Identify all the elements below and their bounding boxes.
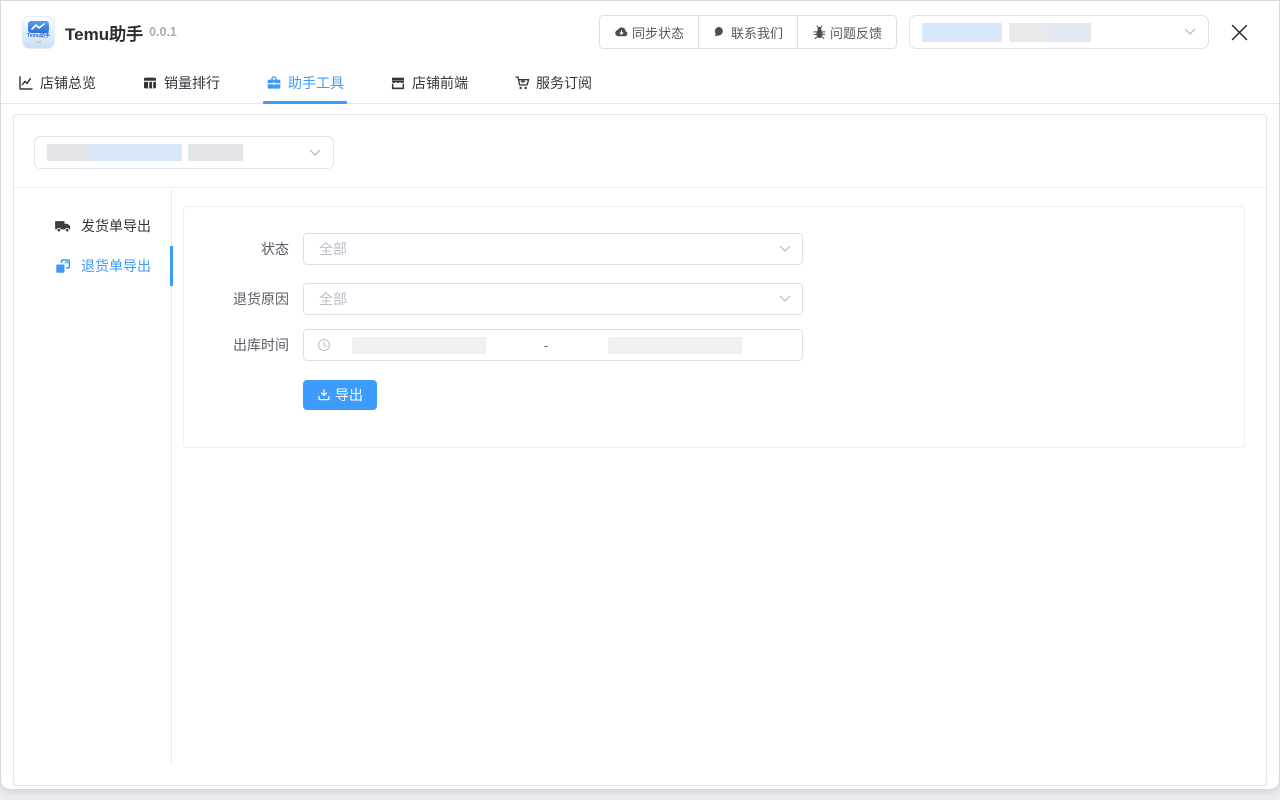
status-select[interactable]: 全部	[303, 233, 803, 265]
redacted-end-date	[608, 337, 742, 354]
status-select-value: 全部	[319, 239, 347, 259]
cloud-sync-icon	[614, 25, 629, 40]
active-indicator	[170, 246, 173, 286]
toolbox-icon	[266, 75, 282, 91]
header-actions: 同步状态 联系我们 问题反馈	[599, 15, 1253, 49]
contact-icon	[713, 25, 728, 40]
app-logo-icon: Temu助手	[22, 16, 55, 49]
download-icon	[317, 388, 331, 402]
export-row: 导出	[184, 380, 1244, 410]
tab-sales-ranking[interactable]: 销量排行	[139, 63, 223, 103]
tool-shop-select[interactable]	[34, 136, 334, 169]
cart-icon	[514, 75, 530, 91]
main-card: 发货单导出 退货单导出 状态 全部	[13, 114, 1267, 786]
tab-service-subscription[interactable]: 服务订阅	[511, 63, 595, 103]
return-export-form: 状态 全部 退货原因 全部	[183, 206, 1245, 448]
sidebar-item-return-export[interactable]: 退货单导出	[14, 246, 171, 286]
close-icon	[1231, 24, 1248, 41]
line-chart-icon	[18, 75, 34, 91]
logo-crown-icon	[36, 40, 42, 43]
range-separator: -	[544, 338, 548, 353]
redacted-text	[188, 144, 243, 161]
close-button[interactable]	[1225, 18, 1253, 46]
brand: Temu助手 Temu助手 0.0.1	[22, 16, 177, 49]
redacted-text	[47, 144, 89, 161]
feedback-button[interactable]: 问题反馈	[797, 16, 896, 48]
logo-chart-icon	[28, 21, 49, 33]
app-version: 0.0.1	[149, 25, 177, 39]
header: Temu助手 Temu助手 0.0.1 同步状态 联系我们	[1, 1, 1279, 63]
sidebar-item-shipping-export[interactable]: 发货单导出	[14, 206, 171, 246]
tool-sidebar: 发货单导出 退货单导出	[14, 188, 172, 765]
clock-icon	[317, 338, 331, 352]
reason-select[interactable]: 全部	[303, 283, 803, 315]
form-row-status: 状态 全部	[184, 233, 1244, 265]
form-row-reason: 退货原因 全部	[184, 283, 1244, 315]
chevron-down-icon	[309, 149, 321, 157]
chevron-down-icon	[779, 245, 791, 253]
tab-store-frontend[interactable]: 店铺前端	[387, 63, 471, 103]
shop-select[interactable]	[909, 15, 1209, 49]
storefront-icon	[390, 75, 406, 91]
app-title: Temu助手	[65, 20, 143, 45]
outbound-time-range-input[interactable]: -	[303, 329, 803, 361]
table-icon	[142, 75, 158, 91]
chevron-down-icon	[1184, 28, 1196, 36]
tab-bar: 店铺总览 销量排行 助手工具 店铺前端 服务订阅	[1, 63, 1279, 104]
form-row-time: 出库时间 -	[184, 329, 1244, 361]
time-label: 出库时间	[184, 335, 289, 355]
tab-store-overview[interactable]: 店铺总览	[15, 63, 99, 103]
redacted-shop-name	[922, 23, 1002, 42]
chevron-down-icon	[779, 295, 791, 303]
status-label: 状态	[184, 239, 289, 259]
tab-assistant-tools[interactable]: 助手工具	[263, 63, 347, 103]
logo-text: Temu助手	[27, 34, 50, 39]
export-button[interactable]: 导出	[303, 380, 377, 410]
redacted-shop-info	[1009, 23, 1091, 42]
header-button-group: 同步状态 联系我们 问题反馈	[599, 15, 897, 49]
reason-label: 退货原因	[184, 289, 289, 309]
bug-icon	[812, 25, 827, 40]
sync-status-button[interactable]: 同步状态	[600, 16, 698, 48]
contact-us-button[interactable]: 联系我们	[698, 16, 797, 48]
return-box-icon	[54, 257, 72, 275]
reason-select-value: 全部	[319, 289, 347, 309]
card-body: 发货单导出 退货单导出 状态 全部	[14, 188, 1266, 785]
truck-icon	[54, 217, 72, 235]
redacted-start-date	[352, 337, 486, 354]
app-window: Temu助手 Temu助手 0.0.1 同步状态 联系我们	[0, 0, 1280, 790]
card-top	[14, 115, 1266, 188]
redacted-text	[89, 144, 182, 161]
export-button-label: 导出	[335, 385, 363, 405]
